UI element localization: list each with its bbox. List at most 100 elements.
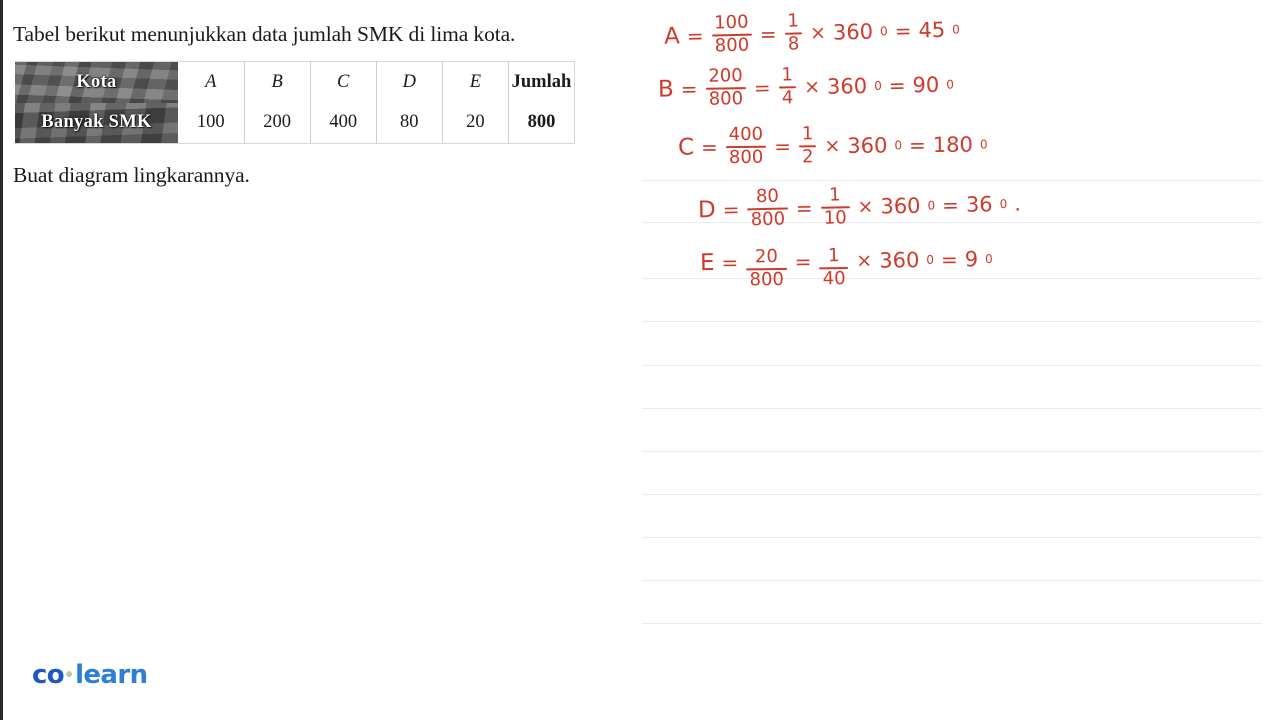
answer-d-equals-1: =: [722, 197, 740, 222]
worksheet-page: Tabel berikut menunjukkan data jumlah SM…: [0, 0, 1280, 720]
answer-e-result: 9: [964, 247, 979, 272]
answer-d-equals-mid: =: [795, 195, 813, 221]
header-cell-c: C: [310, 61, 377, 103]
answer-b-fraction-simple: 1 4: [778, 64, 797, 108]
ruled-line: [642, 321, 1262, 322]
value-cell-d: 80: [376, 102, 443, 144]
header-cell-jumlah: Jumlah: [508, 61, 576, 103]
degree-symbol: 0: [999, 196, 1008, 211]
answer-d-label: D: [697, 196, 717, 224]
answer-c-times-sign: ×: [824, 134, 841, 158]
answer-a-base-angle: 360: [832, 19, 874, 45]
answer-b-result: 90: [912, 72, 940, 98]
answer-e-equals-1: =: [721, 250, 739, 275]
answer-a-simple-numerator: 1: [787, 10, 800, 32]
answer-c-equals-mid: =: [774, 134, 792, 159]
answer-b-equals-2: =: [888, 73, 906, 98]
degree-symbol: 0: [894, 138, 903, 153]
ruled-line: [642, 180, 1262, 181]
answer-a-result: 45: [918, 17, 946, 43]
answer-b-equals-1: =: [680, 76, 698, 102]
ruled-line: [642, 451, 1262, 452]
colearn-logo[interactable]: co learn: [32, 660, 148, 690]
answer-b-label: B: [657, 76, 675, 103]
answer-e-fraction-raw: 20 800: [746, 246, 787, 291]
answer-c-equals-2: =: [908, 132, 926, 158]
answer-c-numerator: 400: [728, 123, 764, 146]
header-cell-b: B: [244, 61, 311, 103]
answer-a-times-sign: ×: [809, 21, 827, 45]
answer-d-times-sign: ×: [857, 195, 874, 218]
row-label-banyak-smk-text: Banyak SMK: [41, 112, 152, 133]
answer-e-label: E: [699, 249, 715, 276]
answer-e-simple-denominator: 40: [822, 267, 846, 290]
answer-e-fraction-simple: 1 40: [819, 245, 849, 290]
answer-d-equals-2: =: [941, 192, 960, 218]
handwritten-answer-line-e: E = 20 800 = 1 40 × 360 0 = 90: [699, 240, 1000, 290]
answer-c-denominator: 800: [728, 146, 764, 169]
question-panel: Tabel berikut menunjukkan data jumlah SM…: [3, 0, 640, 720]
answer-b-times-sign: ×: [803, 75, 821, 98]
smk-data-table: Kota A B C D E Jumlah Banyak SMK 100 200…: [15, 61, 576, 144]
answer-c-simple-denominator: 2: [801, 146, 814, 168]
logo-dot-icon: [66, 671, 73, 677]
answer-e-numerator: 20: [754, 246, 779, 268]
answer-c-fraction-raw: 400 800: [725, 123, 767, 169]
handwritten-answer-line-a: A = 100 800 = 1 8 × 360 0 = 45 0: [664, 10, 967, 57]
answer-a-fraction-simple: 1 8: [784, 10, 803, 55]
answer-d-tail: .: [1014, 191, 1022, 216]
answer-d-result: 36: [965, 192, 993, 217]
question-statement-line-2: Buat diagram lingkarannya.: [13, 163, 250, 187]
ruled-line: [642, 580, 1262, 581]
answer-b-numerator: 200: [708, 65, 743, 87]
row-label-divider: [15, 143, 178, 144]
answer-b-base-angle: 360: [826, 73, 868, 99]
answer-e-base-angle: 360: [879, 247, 920, 273]
answer-c-fraction-simple: 1 2: [798, 123, 817, 168]
value-cell-e: 20: [442, 102, 509, 144]
header-cell-a: A: [178, 61, 245, 103]
answer-d-fraction-simple: 1 10: [820, 184, 850, 229]
degree-symbol: 0: [927, 198, 936, 213]
answer-d-base-angle: 360: [880, 193, 921, 219]
answer-c-equals-1: =: [700, 135, 718, 160]
answer-a-equals-mid: =: [759, 21, 777, 47]
logo-text-co: co: [32, 660, 65, 690]
answer-d-simple-numerator: 1: [828, 184, 841, 206]
answer-e-equals-mid: =: [794, 249, 812, 274]
value-cell-jumlah: 800: [508, 102, 576, 144]
header-cell-e: E: [442, 61, 509, 103]
answer-c-base-angle: 360: [847, 133, 888, 158]
degree-symbol: 0: [874, 78, 882, 93]
header-cell-d: D: [376, 61, 443, 103]
data-table-container: Kota A B C D E Jumlah Banyak SMK 100 200…: [15, 61, 576, 147]
degree-symbol: 0: [946, 77, 955, 92]
answer-a-denominator: 800: [714, 34, 750, 57]
handwritten-answer-line-c: C = 400 800 = 1 2 × 360 0 = 1 80 0: [677, 123, 995, 169]
answer-e-denominator: 800: [749, 268, 785, 291]
answer-c-simple-numerator: 1: [801, 123, 814, 145]
row-label-kota: Kota: [15, 61, 178, 103]
answer-c-result: 180: [932, 132, 974, 157]
value-cell-c: 400: [310, 102, 377, 144]
ruled-line: [642, 408, 1262, 409]
answer-b-simple-numerator: 1: [781, 64, 794, 86]
ruled-line: [642, 365, 1262, 366]
ruled-line: [642, 537, 1262, 538]
value-cell-b: 200: [244, 102, 311, 144]
answer-sheet-panel: A = 100 800 = 1 8 × 360 0 = 45 0 B = 200…: [640, 0, 1280, 720]
answer-d-simple-denominator: 10: [823, 207, 847, 229]
degree-symbol: 0: [879, 24, 888, 39]
answer-a-equals-2: =: [894, 18, 912, 43]
answer-e-simple-numerator: 1: [827, 245, 840, 267]
answer-b-fraction-raw: 200 800: [705, 65, 746, 110]
answer-d-denominator: 800: [750, 208, 786, 231]
table-row-values: Banyak SMK 100 200 400 80 20 800: [15, 102, 576, 144]
answer-b-equals-mid: =: [753, 75, 771, 100]
row-label-kota-text: Kota: [76, 71, 117, 92]
answer-a-simple-denominator: 8: [787, 33, 800, 55]
answer-c-label: C: [677, 134, 695, 161]
handwritten-answer-line-b: B = 200 800 = 1 4 × 360 0 = 90 0: [657, 64, 961, 110]
answer-d-numerator: 80: [755, 185, 780, 208]
degree-symbol: 0: [926, 252, 935, 267]
